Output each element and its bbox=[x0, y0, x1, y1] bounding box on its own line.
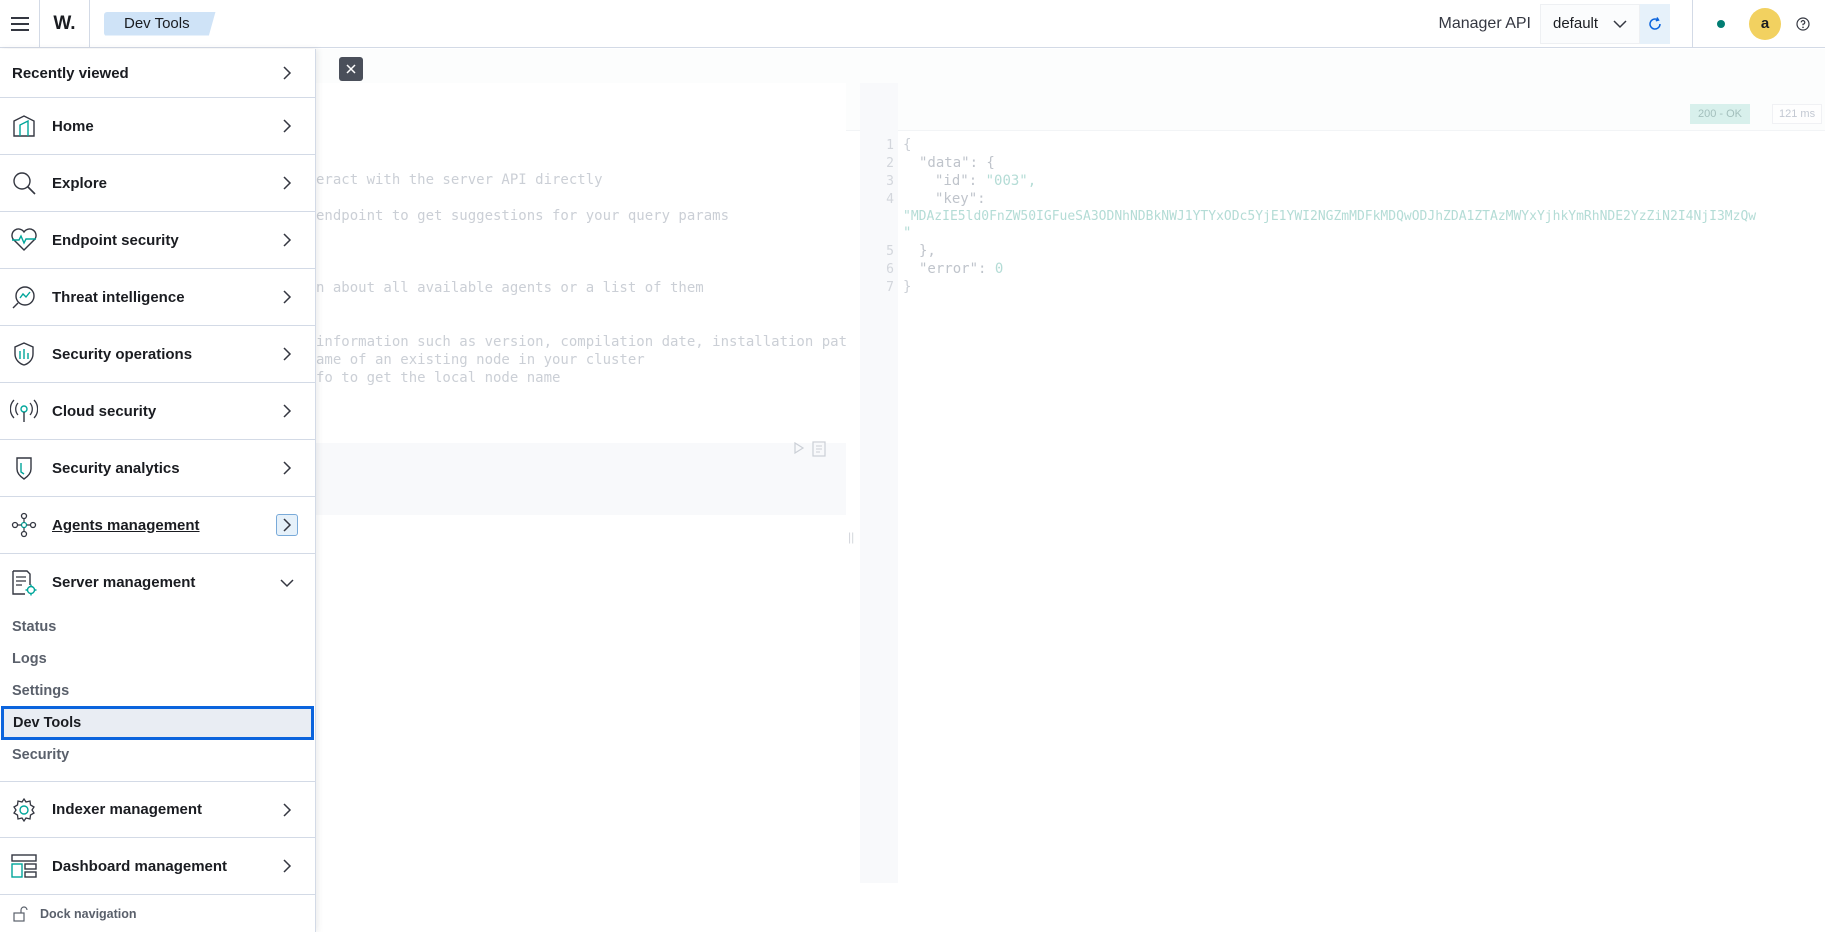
chevron-right-icon[interactable] bbox=[276, 514, 298, 536]
close-icon bbox=[346, 64, 356, 74]
nav-label: Home bbox=[52, 117, 94, 135]
header-divider bbox=[1692, 0, 1693, 48]
nav-label: Indexer management bbox=[52, 801, 203, 818]
help-button[interactable] bbox=[1781, 0, 1825, 48]
nav-sub-item-status[interactable]: Status bbox=[12, 619, 56, 635]
shield-analytics-icon bbox=[10, 454, 38, 482]
chevron-right-icon bbox=[278, 117, 296, 135]
home-icon bbox=[10, 112, 38, 140]
dock-navigation-label: Dock navigation bbox=[40, 907, 137, 921]
nav-server-management[interactable]: Server management bbox=[0, 554, 315, 611]
nav-label: Recently viewed bbox=[12, 64, 129, 82]
heart-pulse-icon bbox=[10, 226, 38, 254]
threat-icon bbox=[10, 283, 38, 311]
nav-explore[interactable]: Explore bbox=[0, 155, 315, 212]
manager-api-label: Manager API bbox=[1438, 14, 1532, 32]
chevron-right-icon bbox=[278, 174, 296, 192]
chevron-right-icon bbox=[278, 231, 296, 249]
nav-sub-item-logs[interactable]: Logs bbox=[12, 651, 47, 667]
nav-label: Security operations bbox=[52, 345, 193, 363]
lock-open-icon bbox=[13, 906, 28, 922]
top-header: W. Dev Tools Manager API default a bbox=[0, 0, 1825, 48]
antenna-icon bbox=[10, 397, 38, 425]
nav-indexer-management[interactable]: Indexer management bbox=[0, 781, 315, 838]
environment-select[interactable]: default bbox=[1540, 3, 1640, 44]
refresh-icon bbox=[1649, 16, 1661, 30]
chevron-right-icon bbox=[278, 288, 296, 306]
nav-sub-item-security[interactable]: Security bbox=[12, 747, 69, 763]
search-icon bbox=[10, 169, 38, 197]
side-navigation: Recently viewed Home Explore Endpoint se… bbox=[0, 49, 316, 932]
nav-sub-item-settings[interactable]: Settings bbox=[12, 683, 69, 699]
server-doc-icon bbox=[10, 569, 38, 597]
breadcrumb[interactable]: Dev Tools bbox=[104, 11, 216, 36]
nav-label: Endpoint security bbox=[52, 231, 179, 249]
overlay-backdrop[interactable] bbox=[316, 49, 1825, 932]
nav-sub-item-dev-tools[interactable]: Dev Tools bbox=[1, 706, 314, 740]
dashboard-icon bbox=[10, 852, 38, 880]
environment-select-value: default bbox=[1553, 15, 1599, 32]
shield-icon bbox=[10, 340, 38, 368]
nav-threat-intelligence[interactable]: Threat intelligence bbox=[0, 269, 315, 326]
nav-label: Cloud security bbox=[52, 402, 157, 420]
refresh-button[interactable] bbox=[1640, 3, 1670, 44]
nav-label: Agents management bbox=[52, 516, 200, 534]
user-avatar[interactable]: a bbox=[1749, 7, 1781, 40]
app-logo[interactable]: W. bbox=[40, 0, 90, 48]
nav-sub-item-label: Dev Tools bbox=[13, 715, 82, 731]
header-right: Manager API default a bbox=[1439, 0, 1825, 48]
nav-home[interactable]: Home bbox=[0, 98, 315, 155]
chevron-right-icon bbox=[278, 459, 296, 477]
nav-cloud-security[interactable]: Cloud security bbox=[0, 383, 315, 440]
help-icon bbox=[1796, 16, 1810, 31]
chevron-right-icon bbox=[278, 402, 296, 420]
nav-agents-management[interactable]: Agents management bbox=[0, 497, 315, 554]
close-button[interactable] bbox=[339, 57, 363, 81]
hamburger-icon bbox=[10, 16, 29, 31]
chevron-down-icon bbox=[278, 574, 296, 592]
dock-navigation-button[interactable]: Dock navigation bbox=[0, 896, 315, 932]
nav-security-operations[interactable]: Security operations bbox=[0, 326, 315, 383]
chevron-right-icon bbox=[278, 64, 296, 82]
nav-security-analytics[interactable]: Security analytics bbox=[0, 440, 315, 497]
chevron-right-icon bbox=[278, 857, 296, 875]
health-status-dot[interactable] bbox=[1717, 19, 1725, 28]
nav-label: Explore bbox=[52, 174, 108, 192]
avatar-initial: a bbox=[1760, 15, 1770, 32]
nav-label: Security analytics bbox=[52, 459, 180, 477]
nodes-icon bbox=[10, 511, 38, 539]
breadcrumb-label: Dev Tools bbox=[124, 15, 190, 32]
nav-recently-viewed[interactable]: Recently viewed bbox=[0, 49, 315, 98]
nav-label: Dashboard management bbox=[52, 857, 228, 875]
chevron-right-icon bbox=[278, 345, 296, 363]
nav-label: Threat intelligence bbox=[52, 288, 185, 306]
chevron-right-icon bbox=[278, 801, 296, 819]
menu-button[interactable] bbox=[0, 0, 40, 48]
nav-endpoint-security[interactable]: Endpoint security bbox=[0, 212, 315, 269]
chevron-down-icon bbox=[1613, 19, 1627, 28]
logo-text: W. bbox=[53, 12, 76, 34]
nav-label: Server management bbox=[52, 574, 196, 591]
nav-dashboard-management[interactable]: Dashboard management bbox=[0, 838, 315, 895]
gear-icon bbox=[10, 796, 38, 824]
